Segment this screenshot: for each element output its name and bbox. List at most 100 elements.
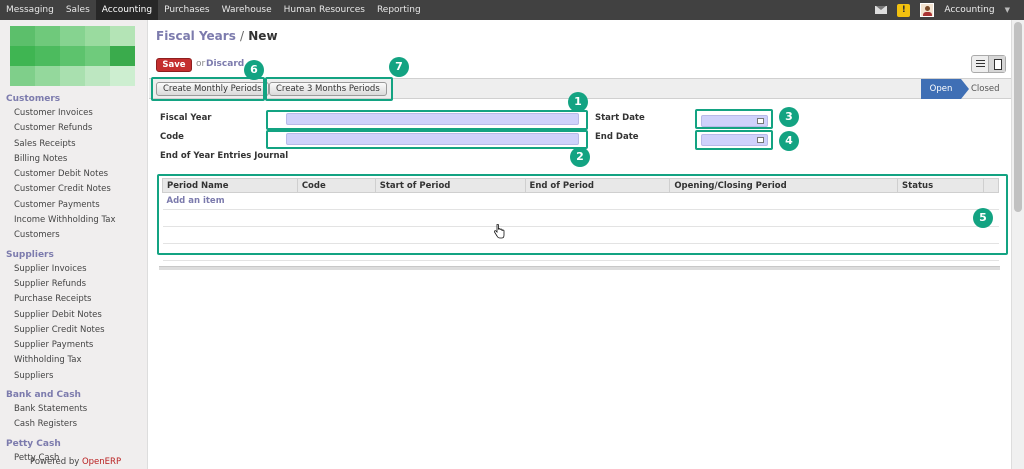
column-start-of-period[interactable]: Start of Period xyxy=(374,178,526,193)
logo-tile xyxy=(10,66,35,86)
column-code[interactable]: Code xyxy=(296,178,376,193)
logo-tile xyxy=(60,46,85,66)
logo-tile xyxy=(110,66,135,86)
company-logo xyxy=(10,26,135,86)
fiscal-year-input[interactable] xyxy=(286,113,579,125)
sidebar: Customers Customer Invoices Customer Refun… xyxy=(0,20,148,469)
sidebar-item-customer-refunds[interactable]: Customer Refunds xyxy=(0,121,148,136)
mail-icon[interactable] xyxy=(875,6,888,14)
column-end-of-period[interactable]: End of Period xyxy=(524,178,671,193)
sidebar-item-supplier-credit-notes[interactable]: Supplier Credit Notes xyxy=(0,323,148,338)
start-date-label: Start Date xyxy=(595,113,645,123)
logo-tile xyxy=(60,26,85,46)
sidebar-item-billing-notes[interactable]: Billing Notes xyxy=(0,152,148,167)
breadcrumb-fiscal-years[interactable]: Fiscal Years xyxy=(156,29,236,43)
avatar[interactable] xyxy=(920,3,935,17)
annotation-badge-4: 4 xyxy=(779,131,799,151)
powered-by-brand[interactable]: OpenERP xyxy=(82,457,121,467)
breadcrumb-separator: / xyxy=(240,29,245,43)
table-footer-divider xyxy=(159,266,1000,270)
annotation-badge-5: 5 xyxy=(973,208,993,228)
page-scrollbar[interactable] xyxy=(1011,20,1024,469)
sidebar-section-petty-cash[interactable]: Petty Cash xyxy=(0,437,148,451)
stage-closed[interactable]: Closed xyxy=(971,79,1000,99)
discard-button[interactable]: Discard xyxy=(206,59,244,69)
topnav-human-resources[interactable]: Human Resources xyxy=(278,0,371,20)
top-menu-bar: Messaging Sales Accounting Purchases War… xyxy=(0,0,1024,20)
list-view-icon[interactable] xyxy=(972,56,989,72)
create-monthly-periods-button[interactable]: Create Monthly Periods xyxy=(156,82,269,96)
sidebar-item-supplier-refunds[interactable]: Supplier Refunds xyxy=(0,277,148,292)
scrollbar-thumb[interactable] xyxy=(1014,22,1022,212)
sidebar-item-withholding-tax[interactable]: Withholding Tax xyxy=(0,353,148,368)
start-date-input[interactable] xyxy=(701,115,768,127)
sidebar-item-suppliers[interactable]: Suppliers xyxy=(0,369,148,384)
annotation-badge-6: 6 xyxy=(244,60,264,80)
fiscal-year-label: Fiscal Year xyxy=(160,113,212,123)
page-title: New xyxy=(248,29,278,43)
sidebar-section-suppliers[interactable]: Suppliers xyxy=(0,248,148,262)
save-button[interactable]: Save xyxy=(156,58,192,72)
sidebar-item-supplier-payments[interactable]: Supplier Payments xyxy=(0,338,148,353)
topnav-sales[interactable]: Sales xyxy=(60,0,96,20)
logo-tile xyxy=(35,66,60,86)
sidebar-item-purchase-receipts[interactable]: Purchase Receipts xyxy=(0,292,148,307)
sidebar-item-cash-registers[interactable]: Cash Registers xyxy=(0,417,148,432)
top-navigation: Messaging Sales Accounting Purchases War… xyxy=(0,0,1024,20)
sidebar-item-customer-invoices[interactable]: Customer Invoices xyxy=(0,106,148,121)
logo-tile xyxy=(35,26,60,46)
topnav-warehouse[interactable]: Warehouse xyxy=(216,0,278,20)
logo-tile xyxy=(85,66,110,86)
sidebar-item-customer-debit-notes[interactable]: Customer Debit Notes xyxy=(0,167,148,182)
sidebar-item-supplier-invoices[interactable]: Supplier Invoices xyxy=(0,262,148,277)
topnav-messaging[interactable]: Messaging xyxy=(0,0,60,20)
or-text: or xyxy=(196,59,206,69)
sidebar-section-bank-and-cash[interactable]: Bank and Cash xyxy=(0,388,148,402)
table-row xyxy=(162,226,999,244)
logo-tile xyxy=(110,26,135,46)
table-row xyxy=(162,243,999,261)
chevron-down-icon[interactable]: ▼ xyxy=(1005,6,1010,14)
annotation-badge-7: 7 xyxy=(389,57,409,77)
sidebar-section-customers[interactable]: Customers xyxy=(0,92,148,106)
end-date-label: End Date xyxy=(595,132,639,142)
logo-tile xyxy=(85,46,110,66)
code-input[interactable] xyxy=(286,133,579,145)
sidebar-item-sales-receipts[interactable]: Sales Receipts xyxy=(0,137,148,152)
stage-open[interactable]: Open xyxy=(921,79,969,99)
calendar-icon[interactable] xyxy=(757,137,764,143)
user-menu-label[interactable]: Accounting xyxy=(944,5,994,15)
code-label: Code xyxy=(160,132,184,142)
sidebar-item-supplier-debit-notes[interactable]: Supplier Debit Notes xyxy=(0,308,148,323)
sidebar-item-income-withholding-tax[interactable]: Income Withholding Tax xyxy=(0,213,148,228)
annotation-badge-2: 2 xyxy=(570,147,590,167)
topnav-purchases[interactable]: Purchases xyxy=(158,0,216,20)
hand-cursor-icon xyxy=(494,224,505,239)
add-an-item-link[interactable]: Add an item xyxy=(167,196,225,206)
topnav-accounting[interactable]: Accounting xyxy=(95,0,159,20)
powered-by: Powered by OpenERP xyxy=(30,457,121,467)
calendar-icon[interactable] xyxy=(757,118,764,124)
sidebar-item-customer-credit-notes[interactable]: Customer Credit Notes xyxy=(0,182,148,197)
end-date-input[interactable] xyxy=(701,134,768,146)
sidebar-item-customers[interactable]: Customers xyxy=(0,228,148,243)
end-of-year-journal-label: End of Year Entries Journal xyxy=(160,151,289,161)
table-header-row: Period Name Code Start of Period End of … xyxy=(162,178,1000,193)
annotation-badge-3: 3 xyxy=(779,107,799,127)
sidebar-menu: Customers Customer Invoices Customer Refun… xyxy=(0,92,148,466)
topnav-reporting[interactable]: Reporting xyxy=(371,0,427,20)
logo-tile xyxy=(10,46,35,66)
column-opening-closing-period[interactable]: Opening/Closing Period xyxy=(669,178,899,193)
column-period-name[interactable]: Period Name xyxy=(162,178,298,193)
table-row: Add an item xyxy=(162,192,999,210)
sidebar-item-bank-statements[interactable]: Bank Statements xyxy=(0,402,148,417)
create-3-months-periods-button[interactable]: Create 3 Months Periods xyxy=(269,82,387,96)
column-delete xyxy=(982,178,1000,193)
logo-tile xyxy=(10,26,35,46)
form-view-icon[interactable] xyxy=(988,56,1005,72)
logo-tile xyxy=(110,46,135,66)
column-status[interactable]: Status xyxy=(897,178,984,193)
warning-icon[interactable]: ! xyxy=(897,3,911,17)
sidebar-item-customer-payments[interactable]: Customer Payments xyxy=(0,198,148,213)
main-content: Fiscal Years / New Save or Discard Creat… xyxy=(149,20,1011,469)
